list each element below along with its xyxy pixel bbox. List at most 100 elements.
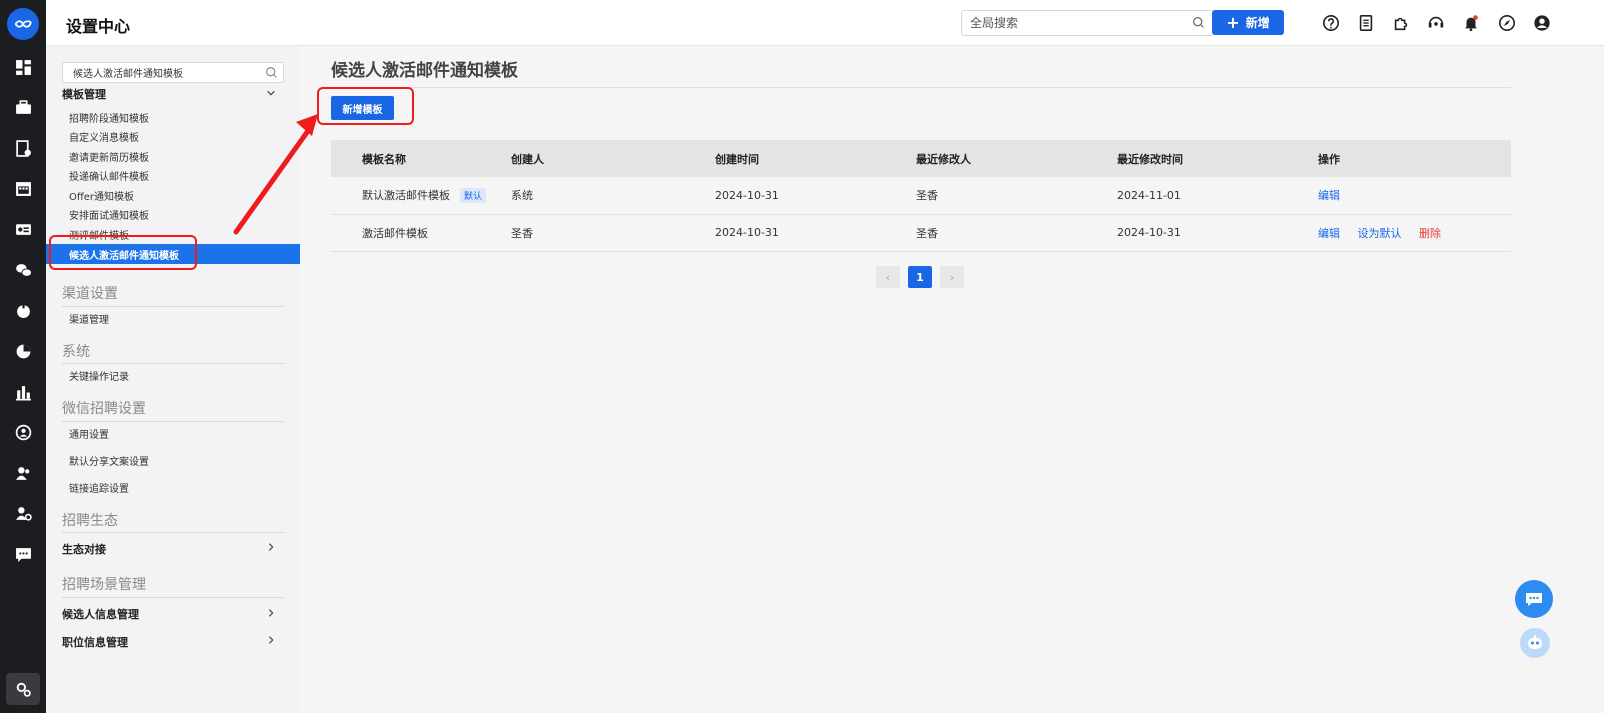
global-search[interactable] [961, 10, 1214, 36]
annotation-highlight-add-template [317, 87, 414, 125]
cell-creator: 系统 [511, 177, 715, 215]
cell-name: 默认激活邮件模板 默认 [331, 177, 511, 215]
chevron-right-icon[interactable] [266, 541, 276, 555]
app-logo[interactable] [7, 8, 39, 40]
table-row: 激活邮件模板 圣香 2024-10-31 圣香 2024-10-31 编辑 设为… [331, 214, 1511, 252]
notification-bell-icon[interactable] [1460, 12, 1482, 34]
infinity-logo-icon [14, 20, 32, 28]
sidebar-item-resume-update-template[interactable]: 邀请更新简历模板 [69, 149, 149, 164]
section-channel: 渠道设置 [62, 286, 118, 302]
settings-icon [16, 682, 31, 697]
user-settings-icon[interactable] [13, 503, 33, 523]
person-badge-icon[interactable] [13, 422, 33, 442]
default-badge: 默认 [460, 188, 487, 204]
annotation-highlight-active-item [49, 235, 197, 270]
cell-created: 2024-10-31 [715, 214, 916, 252]
document-icon[interactable] [1355, 12, 1377, 34]
divider [62, 421, 284, 422]
sidebar-item-link-tracking[interactable]: 链接追踪设置 [69, 480, 129, 495]
template-name: 激活邮件模板 [362, 226, 428, 240]
sidebar-item-apply-confirm-template[interactable]: 投递确认邮件模板 [69, 168, 149, 183]
compass-icon[interactable] [1496, 12, 1518, 34]
puzzle-icon[interactable] [1390, 12, 1412, 34]
prev-page-button[interactable]: ‹ [876, 266, 900, 288]
assistant-bot-button[interactable] [1520, 628, 1550, 658]
template-table: 模板名称 创建人 创建时间 最近修改人 最近修改时间 操作 默认激活邮件模板 默认… [331, 140, 1511, 252]
cell-modified: 2024-11-01 [1117, 177, 1318, 215]
column-header: 创建人 [511, 140, 715, 177]
service-icon[interactable] [1425, 12, 1447, 34]
sidebar-search-input[interactable] [63, 63, 253, 82]
search-icon[interactable] [265, 66, 278, 82]
apple-icon[interactable] [13, 300, 33, 320]
column-header: 创建时间 [715, 140, 916, 177]
cell-modifier: 圣香 [916, 214, 1117, 252]
settings-rail-button[interactable] [6, 673, 40, 705]
column-header: 操作 [1318, 140, 1511, 177]
global-search-input[interactable] [962, 11, 1182, 35]
user-group-icon[interactable] [13, 463, 33, 483]
divider [62, 363, 284, 364]
sidebar-item-share-text-settings[interactable]: 默认分享文案设置 [69, 453, 149, 468]
group-template-management[interactable]: 模板管理 [62, 86, 106, 102]
cell-name: 激活邮件模板 [331, 214, 511, 252]
search-icon[interactable] [1192, 16, 1205, 32]
cell-modified: 2024-10-31 [1117, 214, 1318, 252]
wechat-icon[interactable] [13, 260, 33, 280]
divider [62, 597, 284, 598]
sidebar-item-interview-template[interactable]: 安排面试通知模板 [69, 207, 149, 222]
cell-modifier: 圣香 [916, 177, 1117, 215]
sidebar-item-recruit-stage-template[interactable]: 招聘阶段通知模板 [69, 110, 149, 125]
document-check-icon[interactable] [13, 138, 33, 158]
section-eco: 招聘生态 [62, 513, 118, 529]
group-candidate-info[interactable]: 候选人信息管理 [62, 606, 139, 622]
next-page-button[interactable]: › [940, 266, 964, 288]
cell-created: 2024-10-31 [715, 177, 916, 215]
chat-bubble-icon [1526, 593, 1542, 606]
plus-icon: + [1226, 12, 1240, 32]
chevron-right-icon[interactable] [266, 634, 276, 648]
pie-chart-icon[interactable] [13, 341, 33, 361]
chat-widget-button[interactable] [1515, 580, 1553, 618]
column-header: 最近修改时间 [1117, 140, 1318, 177]
dashboard-icon[interactable] [13, 57, 33, 77]
sidebar-item-offer-template[interactable]: Offer通知模板 [69, 188, 134, 203]
briefcase-icon[interactable] [13, 97, 33, 117]
set-default-link[interactable]: 设为默认 [1358, 227, 1402, 240]
sidebar-item-custom-message-template[interactable]: 自定义消息模板 [69, 129, 139, 144]
cell-creator: 圣香 [511, 214, 715, 252]
cell-actions: 编辑 [1318, 177, 1511, 215]
chevron-right-icon[interactable] [266, 607, 276, 621]
help-icon[interactable] [1320, 12, 1342, 34]
page-1-button[interactable]: 1 [908, 266, 932, 288]
group-eco-integration[interactable]: 生态对接 [62, 541, 106, 557]
app-title: 设置中心 [66, 17, 131, 36]
main-content: 候选人激活邮件通知模板 新增模板 模板名称 创建人 创建时间 最近修改人 最近修… [300, 46, 1604, 713]
edit-link[interactable]: 编辑 [1318, 189, 1340, 202]
sidebar-search[interactable] [62, 62, 284, 83]
robot-icon [1528, 635, 1542, 649]
user-avatar-icon[interactable] [1531, 12, 1553, 34]
calendar-icon[interactable] [13, 178, 33, 198]
id-card-icon[interactable] [13, 219, 33, 239]
edit-link[interactable]: 编辑 [1318, 227, 1340, 240]
settings-sidebar: 模板管理 招聘阶段通知模板 自定义消息模板 邀请更新简历模板 投递确认邮件模板 … [46, 46, 300, 713]
bar-chart-icon[interactable] [13, 382, 33, 402]
icon-rail [0, 0, 46, 713]
section-scene: 招聘场景管理 [62, 577, 146, 593]
sidebar-item-general-settings[interactable]: 通用设置 [69, 426, 109, 441]
message-icon[interactable] [13, 544, 33, 564]
divider [331, 87, 1511, 88]
cell-actions: 编辑 设为默认 删除 [1318, 214, 1511, 252]
sidebar-item-channel-management[interactable]: 渠道管理 [69, 311, 109, 326]
chevron-down-icon[interactable] [266, 87, 276, 101]
divider [62, 532, 284, 533]
top-header: 设置中心 + 新增 [46, 0, 1604, 46]
new-button-label: 新增 [1245, 16, 1270, 30]
new-button[interactable]: + 新增 [1212, 10, 1284, 35]
table-header-row: 模板名称 创建人 创建时间 最近修改人 最近修改时间 操作 [331, 140, 1511, 177]
sidebar-item-operation-log[interactable]: 关键操作记录 [69, 368, 129, 383]
delete-link[interactable]: 删除 [1419, 227, 1441, 240]
section-wechat: 微信招聘设置 [62, 401, 146, 417]
group-position-info[interactable]: 职位信息管理 [62, 634, 128, 650]
